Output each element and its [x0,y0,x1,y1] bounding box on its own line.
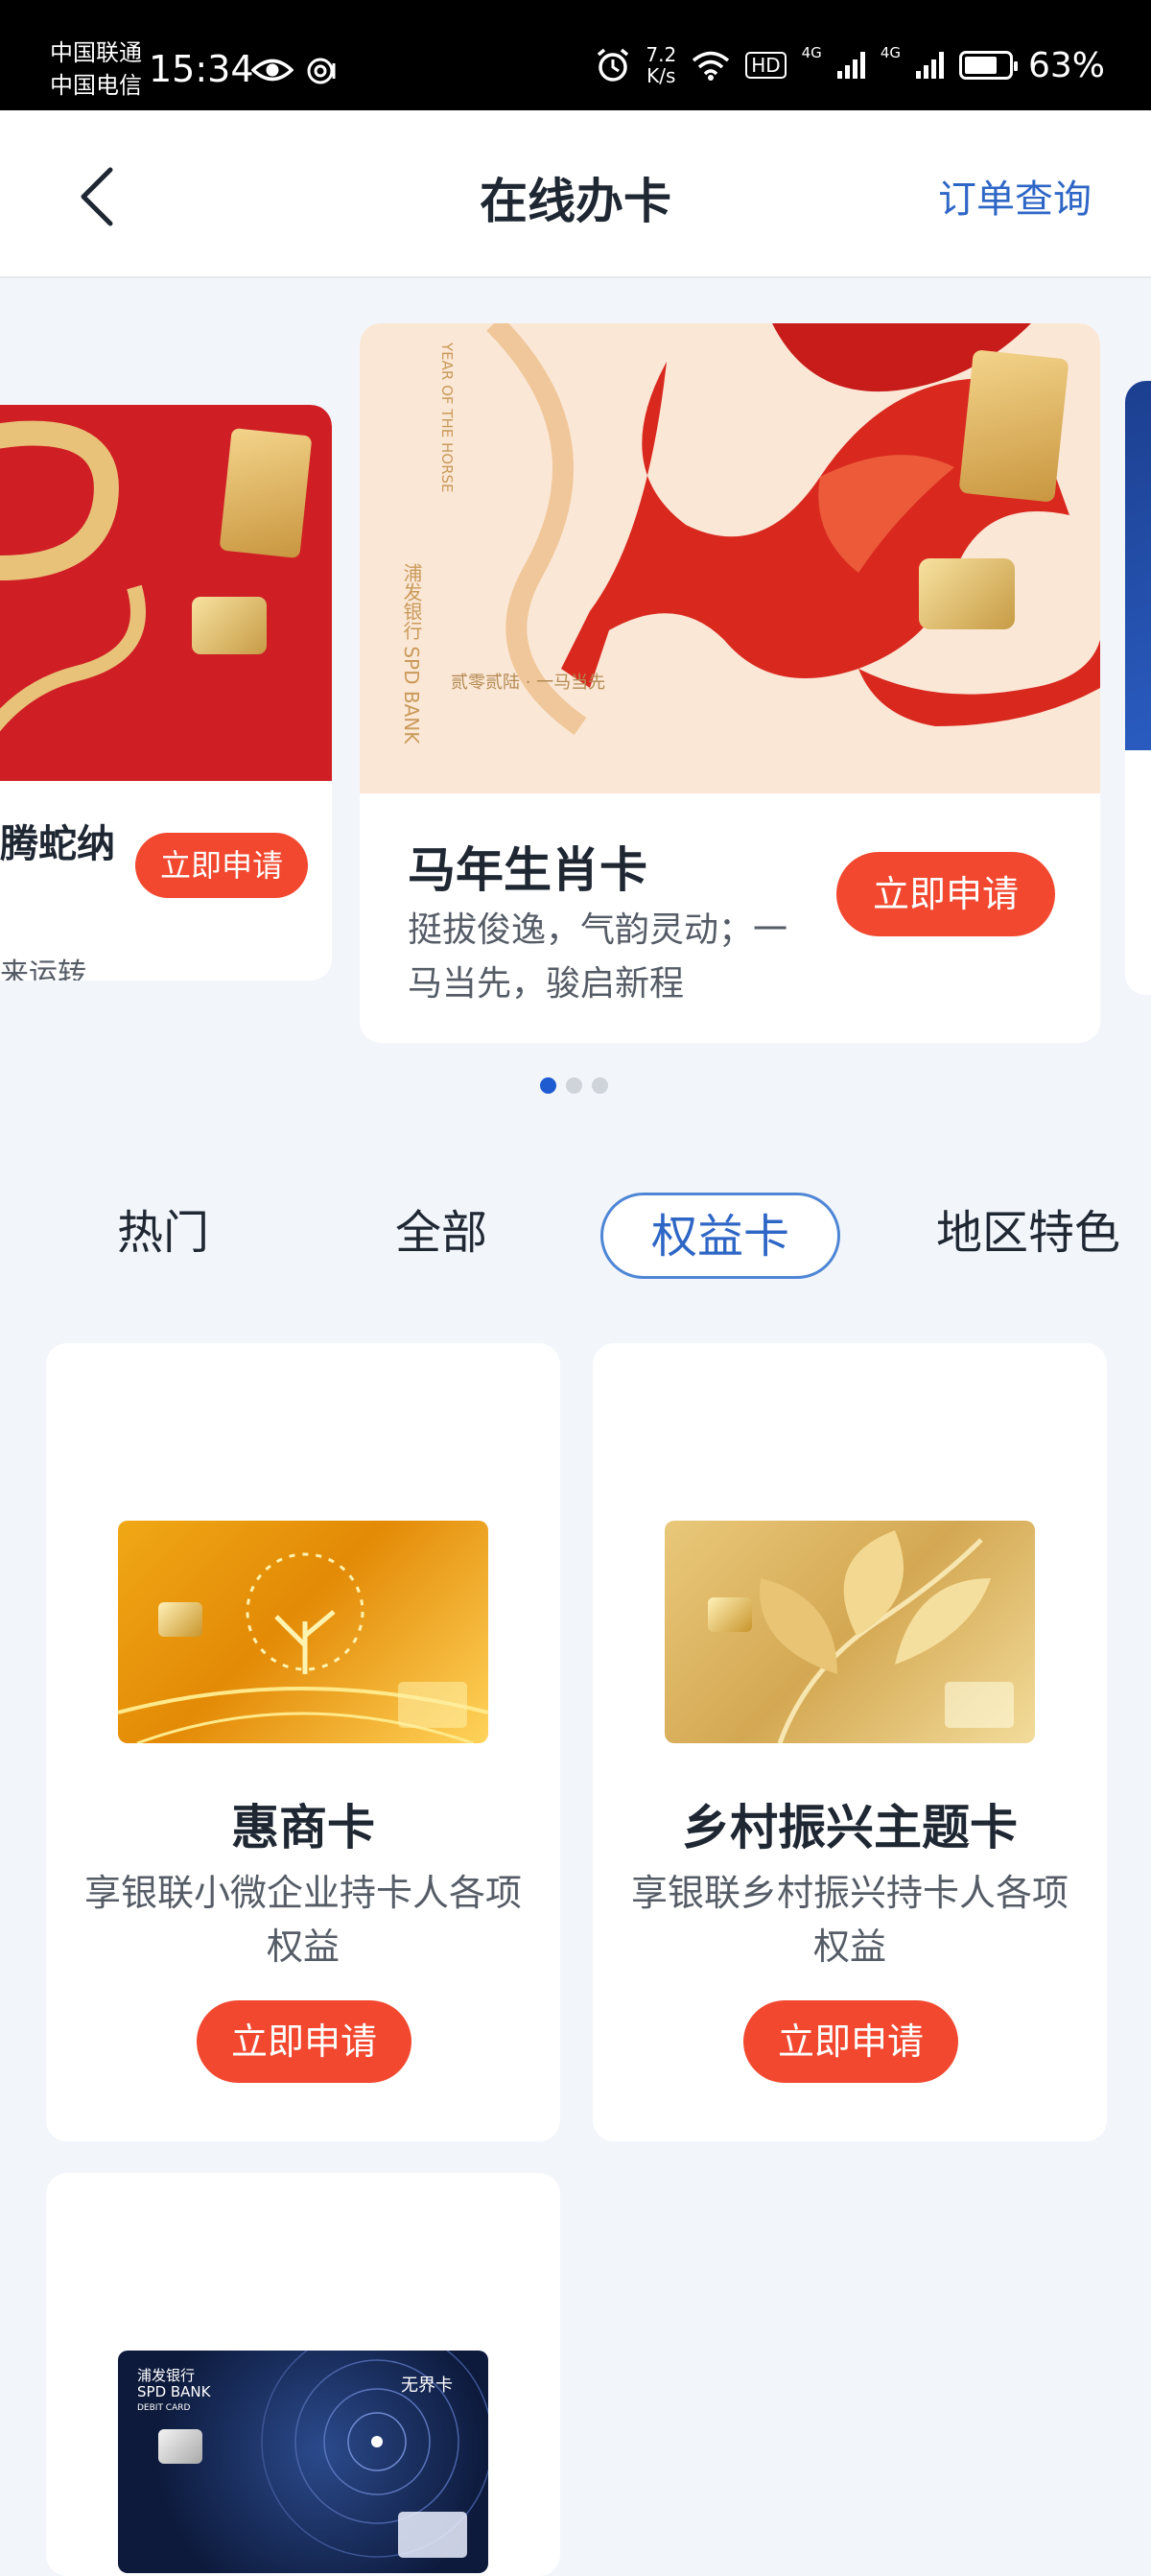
card-carousel[interactable]: 腾蛇纳 立即申请 来运转 YEAR OF THE HORSE 浦发银行 SPD … [0,280,1151,1115]
tab-hot[interactable]: 热门 [96,1185,230,1281]
chip-icon [158,1602,202,1637]
bank-logo-text: 浦发银行 SPD BANK DEBIT CARD [137,2368,211,2417]
wifi-icon [693,51,730,81]
eye-icon [251,59,294,82]
product-card-huishang[interactable]: 惠商卡 享银联小微企业持卡人各项 权益 立即申请 [46,1343,560,2141]
tab-regional[interactable]: 地区特色 [932,1185,1124,1281]
desc-line-1: 享银联小微企业持卡人各项 [83,1872,522,1914]
carrier-2: 中国电信 [50,72,142,99]
status-time: 15:34 [149,48,254,90]
bank-en: SPD BANK [137,2383,211,2400]
product-title: 乡村振兴主题卡 [682,1800,1018,1855]
speed-unit: K/s [646,64,676,87]
bank-en: SPD BANK [400,646,423,744]
unionpay-logo [398,1682,467,1728]
slide-title: 腾蛇纳 [0,822,115,866]
bank-cn: 浦发银行 [137,2367,196,2384]
nav-bar: 在线办卡 订单查询 [0,110,1151,278]
carousel-slide-next[interactable] [1125,381,1151,995]
nfc-icon [307,58,336,84]
signal-icon-1 [836,52,865,79]
unionpay-logo [945,1682,1014,1728]
slide-description: 来运转 [0,957,86,981]
debit-text: DEBIT CARD [137,2403,191,2413]
tab-all[interactable]: 全部 [374,1185,508,1281]
product-description: 享银联小微企业持卡人各项 权益 [65,1866,541,1973]
signal-icon-2 [915,52,944,79]
product-card-wujie[interactable]: 浦发银行 SPD BANK DEBIT CARD 无界卡 [46,2173,560,2576]
unionpay-logo [398,2512,467,2558]
carousel-indicator [540,1077,608,1094]
next-card-art [1125,381,1151,750]
category-tabs: 热门 全部 权益卡 地区特色 [0,1185,1151,1290]
carrier-labels: 中国联通 中国电信 [50,36,142,102]
apply-button[interactable]: 立即申请 [197,2000,411,2083]
carousel-dot [592,1077,608,1094]
network-type-1: 4G [801,44,822,61]
card-name-text: 无界卡 [401,2375,453,2396]
tab-benefit-cards[interactable]: 权益卡 [600,1193,840,1279]
desc-line-1: 享银联乡村振兴持卡人各项 [630,1872,1069,1914]
unionpay-logo [958,349,1069,503]
desc-line-2: 权益 [812,1926,886,1968]
horse-card-art: YEAR OF THE HORSE 浦发银行 SPD BANK 贰零贰陆 · 一… [360,323,1100,793]
rural-card-art [665,1521,1035,1743]
slide-description: 挺拔俊逸，气韵灵动；一 马当先，骏启新程 [408,904,787,1011]
product-description: 享银联乡村振兴持卡人各项 权益 [612,1866,1088,1973]
bank-name-text: 浦发银行 SPD BANK [398,563,426,744]
speed-value: 7.2 [646,43,677,66]
carousel-slide-snake[interactable]: 腾蛇纳 立即申请 来运转 [0,405,332,981]
battery-percent: 63% [1027,45,1105,85]
order-query-link[interactable]: 订单查询 [938,168,1092,224]
carousel-dot-active [540,1077,556,1094]
slide-title: 马年生肖卡 [408,842,647,898]
year-of-horse-text: YEAR OF THE HORSE [438,343,456,493]
desc-line-2: 权益 [266,1926,340,1968]
network-speed: 7.2 K/s [646,44,676,86]
carrier-1: 中国联通 [50,39,142,66]
apply-button[interactable]: 立即申请 [135,833,308,898]
apply-button[interactable]: 立即申请 [836,852,1055,936]
carousel-dot [566,1077,582,1094]
chip-icon [708,1597,752,1632]
apply-button[interactable]: 立即申请 [743,2000,958,2083]
chip-icon [158,2429,202,2464]
slogan-text: 贰零贰陆 · 一马当先 [451,673,606,693]
network-type-2: 4G [880,44,901,61]
wujie-card-art: 浦发银行 SPD BANK DEBIT CARD 无界卡 [118,2351,488,2573]
chip-icon [919,558,1015,629]
snake-card-art [0,405,332,781]
battery-icon [958,51,1018,80]
huishang-card-art [118,1521,488,1743]
product-title: 惠商卡 [231,1800,375,1855]
bank-cn: 浦发银行 [400,563,423,640]
desc-line-1: 挺拔俊逸，气韵灵动；一 [408,910,788,950]
status-bar: 中国联通 中国电信 15:34 7.2 K/s HD 4G 4G 63% [0,0,1151,110]
status-indicators: 7.2 K/s HD 4G 4G 63% [596,44,1105,86]
alarm-clock-icon [598,48,629,82]
chip-icon [192,597,267,654]
desc-line-2: 马当先，骏启新程 [408,964,685,1004]
unionpay-logo [219,427,313,559]
product-card-rural[interactable]: 乡村振兴主题卡 享银联乡村振兴持卡人各项 权益 立即申请 [593,1343,1107,2141]
hd-badge: HD [745,52,787,79]
carousel-slide-horse[interactable]: YEAR OF THE HORSE 浦发银行 SPD BANK 贰零贰陆 · 一… [360,323,1100,1043]
